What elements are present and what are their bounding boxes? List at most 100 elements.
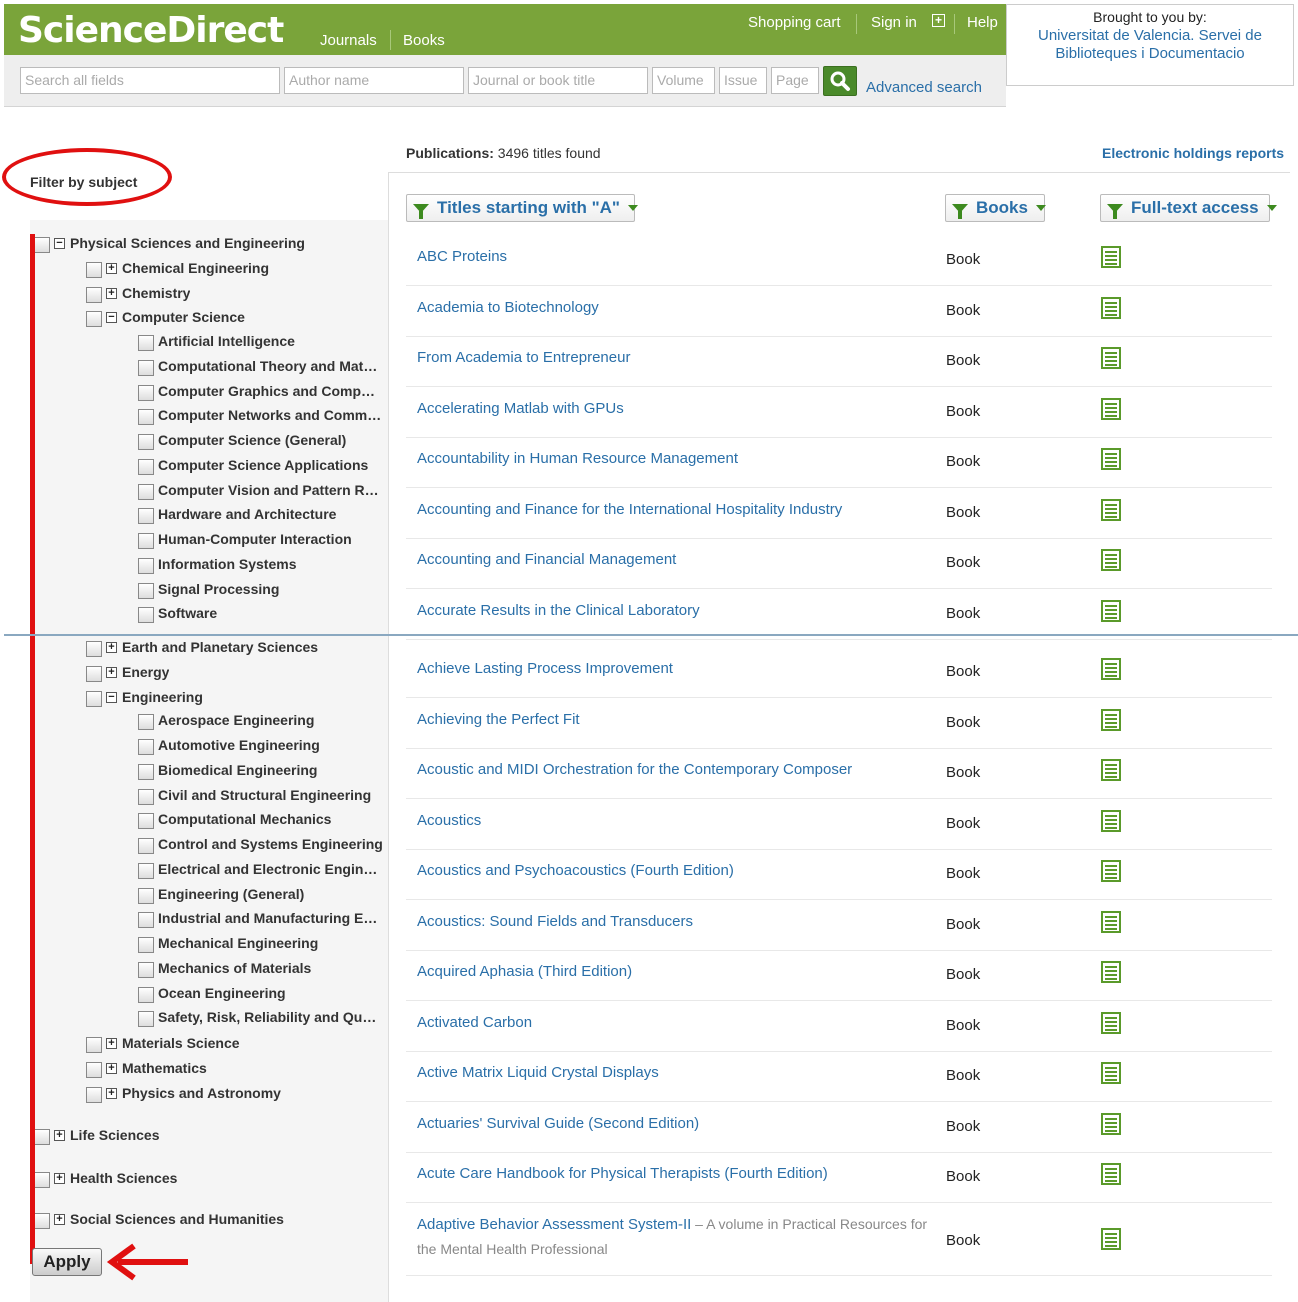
result-title-link[interactable]: Adaptive Behavior Assessment System-II –… [417,1212,937,1262]
subject-item[interactable]: − Computer Science [86,307,245,327]
result-title-link[interactable]: Accurate Results in the Clinical Laborat… [417,602,700,619]
type-filter-dropdown[interactable]: Books [945,194,1046,222]
full-text-icon[interactable] [1101,499,1121,521]
holdings-reports-link[interactable]: Electronic holdings reports [1102,145,1284,161]
expand-icon[interactable]: + [106,1062,117,1074]
titles-filter-dropdown[interactable]: Titles starting with "A" [406,194,638,222]
page-input[interactable]: Page [771,67,819,94]
subject-checkbox[interactable] [86,691,102,707]
subject-item[interactable]: Computer Networks and Communications [138,405,383,425]
full-text-icon[interactable] [1101,1228,1121,1250]
journal-title-input[interactable]: Journal or book title [468,67,648,94]
subject-checkbox[interactable] [34,237,50,253]
subject-checkbox[interactable] [138,764,154,780]
subject-checkbox[interactable] [138,533,154,549]
subject-checkbox[interactable] [86,666,102,682]
collapse-icon[interactable]: − [106,691,117,703]
subject-item[interactable]: + Earth and Planetary Sciences [86,637,318,657]
subject-item[interactable]: − Engineering [86,687,203,707]
subject-checkbox[interactable] [138,558,154,574]
subject-checkbox[interactable] [138,385,154,401]
subject-checkbox[interactable] [138,1011,154,1027]
subject-item[interactable]: + Life Sciences [34,1125,160,1145]
subject-checkbox[interactable] [138,789,154,805]
full-text-icon[interactable] [1101,860,1121,882]
subject-checkbox[interactable] [138,607,154,623]
result-title-link[interactable]: Acoustics: Sound Fields and Transducers [417,913,693,930]
subject-checkbox[interactable] [138,360,154,376]
subject-checkbox[interactable] [86,1037,102,1053]
subject-checkbox[interactable] [138,409,154,425]
subject-checkbox[interactable] [138,739,154,755]
subject-checkbox[interactable] [34,1213,50,1229]
subject-item[interactable]: Information Systems [138,554,296,574]
result-title-link[interactable]: Achieve Lasting Process Improvement [417,660,673,677]
full-text-icon[interactable] [1101,1113,1121,1135]
advanced-search-link[interactable]: Advanced search [866,79,982,96]
result-title-link[interactable]: ABC Proteins [417,248,507,265]
expand-icon[interactable]: + [106,287,117,299]
result-title-link[interactable]: Accounting and Financial Management [417,551,676,568]
subject-checkbox[interactable] [138,937,154,953]
subject-checkbox[interactable] [138,888,154,904]
subject-item[interactable]: Industrial and Manufacturing Engineering [138,908,383,928]
expand-icon[interactable]: + [106,262,117,274]
search-all-input[interactable]: Search all fields [20,67,280,94]
subject-item[interactable]: Computer Science Applications [138,455,368,475]
full-text-icon[interactable] [1101,1012,1121,1034]
full-text-icon[interactable] [1101,810,1121,832]
subject-checkbox[interactable] [86,1062,102,1078]
subject-item[interactable]: Safety, Risk, Reliability and Quality [138,1007,383,1027]
subject-item[interactable]: Human-Computer Interaction [138,529,352,549]
result-title-link[interactable]: Acoustics and Psychoacoustics (Fourth Ed… [417,862,734,879]
subject-item[interactable]: − Physical Sciences and Engineering [34,233,305,253]
subject-item[interactable]: + Energy [86,662,169,682]
expand-icon[interactable]: + [106,641,117,653]
full-text-icon[interactable] [1101,1062,1121,1084]
result-title-link[interactable]: Acoustic and MIDI Orchestration for the … [417,761,852,778]
subject-item[interactable]: Biomedical Engineering [138,760,317,780]
subject-item[interactable]: + Chemistry [86,283,190,303]
subject-item[interactable]: + Mathematics [86,1058,207,1078]
subject-checkbox[interactable] [86,287,102,303]
full-text-icon[interactable] [1101,347,1121,369]
subject-checkbox[interactable] [138,912,154,928]
subject-checkbox[interactable] [138,459,154,475]
subject-checkbox[interactable] [138,335,154,351]
apply-button[interactable]: Apply [32,1248,102,1276]
result-title-link[interactable]: Academia to Biotechnology [417,299,599,316]
issue-input[interactable]: Issue [719,67,767,94]
subject-item[interactable]: + Social Sciences and Humanities [34,1209,284,1229]
help-link[interactable]: Help [967,14,998,31]
access-filter-dropdown[interactable]: Full-text access [1100,194,1277,222]
result-title-link[interactable]: Accountability in Human Resource Managem… [417,450,738,467]
result-title-link[interactable]: Active Matrix Liquid Crystal Displays [417,1064,659,1081]
subject-item[interactable]: Software [138,603,217,623]
subject-item[interactable]: + Chemical Engineering [86,258,269,278]
full-text-icon[interactable] [1101,911,1121,933]
subject-checkbox[interactable] [138,434,154,450]
subject-item[interactable]: Computer Vision and Pattern Recognition [138,480,383,500]
author-input[interactable]: Author name [284,67,464,94]
result-title-link[interactable]: Acoustics [417,812,481,829]
full-text-icon[interactable] [1101,709,1121,731]
subject-item[interactable]: Electrical and Electronic Engineering [138,859,383,879]
result-title-link[interactable]: Accounting and Finance for the Internati… [417,501,842,518]
full-text-icon[interactable] [1101,246,1121,268]
expand-icon[interactable]: + [54,1129,65,1141]
expand-icon[interactable]: + [106,1037,117,1049]
subject-item[interactable]: Mechanical Engineering [138,933,318,953]
subject-item[interactable]: + Health Sciences [34,1168,177,1188]
subject-checkbox[interactable] [138,813,154,829]
subject-item[interactable]: Signal Processing [138,579,279,599]
subject-item[interactable]: Aerospace Engineering [138,710,314,730]
subject-item[interactable]: Automotive Engineering [138,735,320,755]
subject-checkbox[interactable] [34,1172,50,1188]
full-text-icon[interactable] [1101,448,1121,470]
full-text-icon[interactable] [1101,1163,1121,1185]
expand-icon[interactable]: + [932,14,945,27]
search-button[interactable] [823,66,857,96]
subject-item[interactable]: Artificial Intelligence [138,331,295,351]
subject-checkbox[interactable] [138,508,154,524]
subject-item[interactable]: Hardware and Architecture [138,504,336,524]
